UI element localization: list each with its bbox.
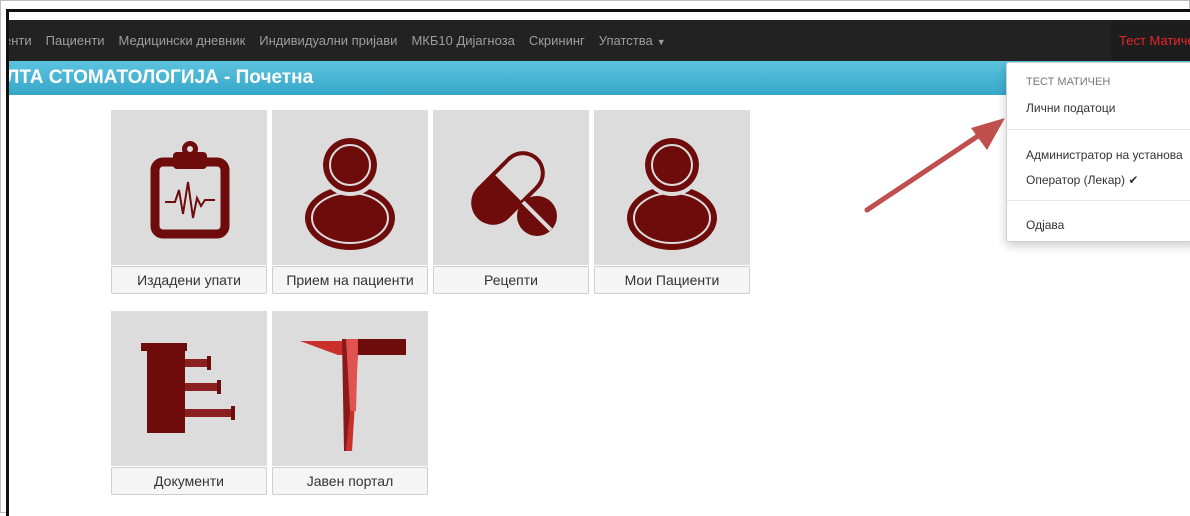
tile-prescriptions[interactable]: Рецепти xyxy=(433,110,589,296)
nav-item-patients[interactable]: Пациенти xyxy=(46,33,105,48)
menu-item-personal-data[interactable]: Лични податоци xyxy=(1026,101,1115,115)
clipboard-ecg-icon xyxy=(150,141,230,239)
tile-label: Документи xyxy=(111,467,267,495)
menu-divider xyxy=(1007,200,1190,201)
tile-documents[interactable]: Документи xyxy=(111,311,267,497)
nav-item-individual-reports[interactable]: Индивидуални пријави xyxy=(259,33,397,48)
tile-image xyxy=(272,311,428,466)
tile-image xyxy=(433,110,589,265)
menu-item-operator-doctor[interactable]: Оператор (Лекар) ✔ xyxy=(1026,173,1138,187)
user-dropdown-menu: ТЕСТ МАТИЧЕН Лични податоци Администрато… xyxy=(1006,62,1190,242)
nav-item-medical-diary[interactable]: Медицински дневник xyxy=(119,33,246,48)
tile-label: Прием на пациенти xyxy=(272,266,428,294)
nav-item-screening[interactable]: Скрининг xyxy=(529,33,585,48)
tile-image xyxy=(111,110,267,265)
nav-item-instructions[interactable]: Упатства ▼ xyxy=(599,33,666,48)
menu-item-operator-label: Оператор (Лекар) xyxy=(1026,173,1126,187)
tile-issued-referrals[interactable]: Издадени упати xyxy=(111,110,267,296)
tile-patient-admission[interactable]: Прием на пациенти xyxy=(272,110,428,296)
checkmark-icon: ✔ xyxy=(1128,173,1139,187)
tile-public-portal[interactable]: Јавен портал xyxy=(272,311,428,497)
caret-down-icon: ▼ xyxy=(656,37,666,47)
tile-label: Мои Пациенти xyxy=(594,266,750,294)
person-icon xyxy=(305,134,395,250)
tile-label: Јавен портал xyxy=(272,467,428,495)
app-window: енти Пациенти Медицински дневник Индивид… xyxy=(6,9,1190,516)
page-title: ЛТА СТОМАТОЛОГИЈА - Почетна xyxy=(6,67,314,88)
tile-my-patients[interactable]: Мои Пациенти xyxy=(594,110,750,296)
annotation-arrow-icon xyxy=(864,118,1005,213)
tile-label: Рецепти xyxy=(433,266,589,294)
tile-image xyxy=(272,110,428,265)
portal-t-icon xyxy=(300,339,406,451)
tile-label: Издадени упати xyxy=(111,266,267,294)
menu-item-logout[interactable]: Одјава xyxy=(1026,218,1064,232)
tile-image xyxy=(111,311,267,466)
documents-icon xyxy=(141,343,235,433)
pills-icon xyxy=(471,151,557,236)
tile-image xyxy=(594,110,750,265)
user-menu-button[interactable]: Тест Матичен xyxy=(1111,20,1190,61)
nav-item-icd10-diagnosis[interactable]: МКБ10 Дијагноза xyxy=(411,33,514,48)
menu-item-institution-admin[interactable]: Администратор на установа xyxy=(1026,148,1183,162)
nav-item-instructions-label: Упатства xyxy=(598,33,653,48)
top-navbar: енти Пациенти Медицински дневник Индивид… xyxy=(9,20,1190,61)
person-icon xyxy=(627,134,717,250)
nav-item-partial[interactable]: енти xyxy=(9,33,32,48)
menu-divider xyxy=(1007,129,1190,130)
dropdown-user-header: ТЕСТ МАТИЧЕН xyxy=(1026,76,1111,88)
nav-menu: енти Пациенти Медицински дневник Индивид… xyxy=(9,20,680,61)
